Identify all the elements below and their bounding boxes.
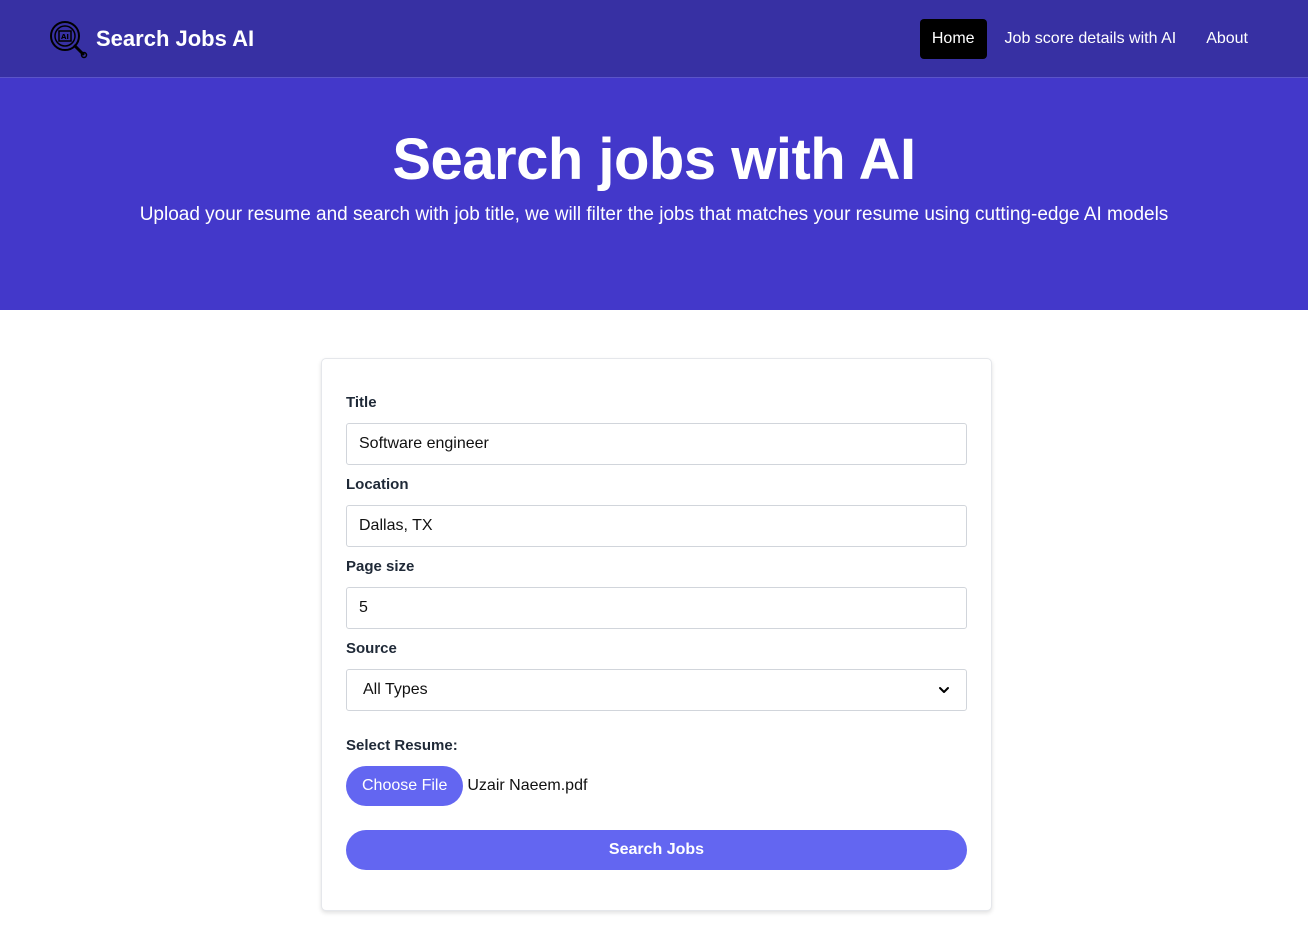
resume-file-picker: Choose File Uzair Naeem.pdf — [346, 766, 967, 806]
hero-subtitle: Upload your resume and search with job t… — [139, 204, 1169, 225]
brand[interactable]: AI Search Jobs AI — [48, 19, 254, 59]
brand-title: Search Jobs AI — [96, 25, 255, 51]
nav-about-link[interactable]: About — [1194, 19, 1260, 59]
search-form-card: Title Location Page size Source All Type… — [321, 358, 992, 911]
title-label: Title — [346, 394, 377, 411]
hero-banner: Search jobs with AI Upload your resume a… — [0, 78, 1308, 310]
source-select[interactable]: All Types — [346, 669, 967, 711]
resume-label: Select Resume: — [346, 737, 458, 754]
source-selected-value: All Types — [363, 681, 428, 698]
ai-search-icon: AI — [50, 20, 88, 58]
search-jobs-button[interactable]: Search Jobs — [346, 830, 967, 870]
nav-home-link[interactable]: Home — [919, 18, 987, 59]
hero-title: Search jobs with AI — [392, 127, 916, 192]
source-label: Source — [346, 640, 397, 657]
chevron-down-icon — [939, 687, 949, 693]
nav-links: Home Job score details with AI About — [919, 18, 1260, 59]
location-input[interactable] — [346, 505, 967, 547]
title-input[interactable] — [346, 423, 967, 465]
choose-file-button[interactable]: Choose File — [346, 766, 464, 806]
nav-job-score-link[interactable]: Job score details with AI — [993, 19, 1189, 59]
page-size-input[interactable] — [346, 587, 967, 629]
location-label: Location — [346, 476, 409, 493]
navbar: AI Search Jobs AI Home Job score details… — [0, 0, 1308, 78]
page-size-label: Page size — [346, 558, 415, 575]
selected-file-name: Uzair Naeem.pdf — [467, 777, 588, 794]
svg-text:AI: AI — [61, 33, 69, 41]
